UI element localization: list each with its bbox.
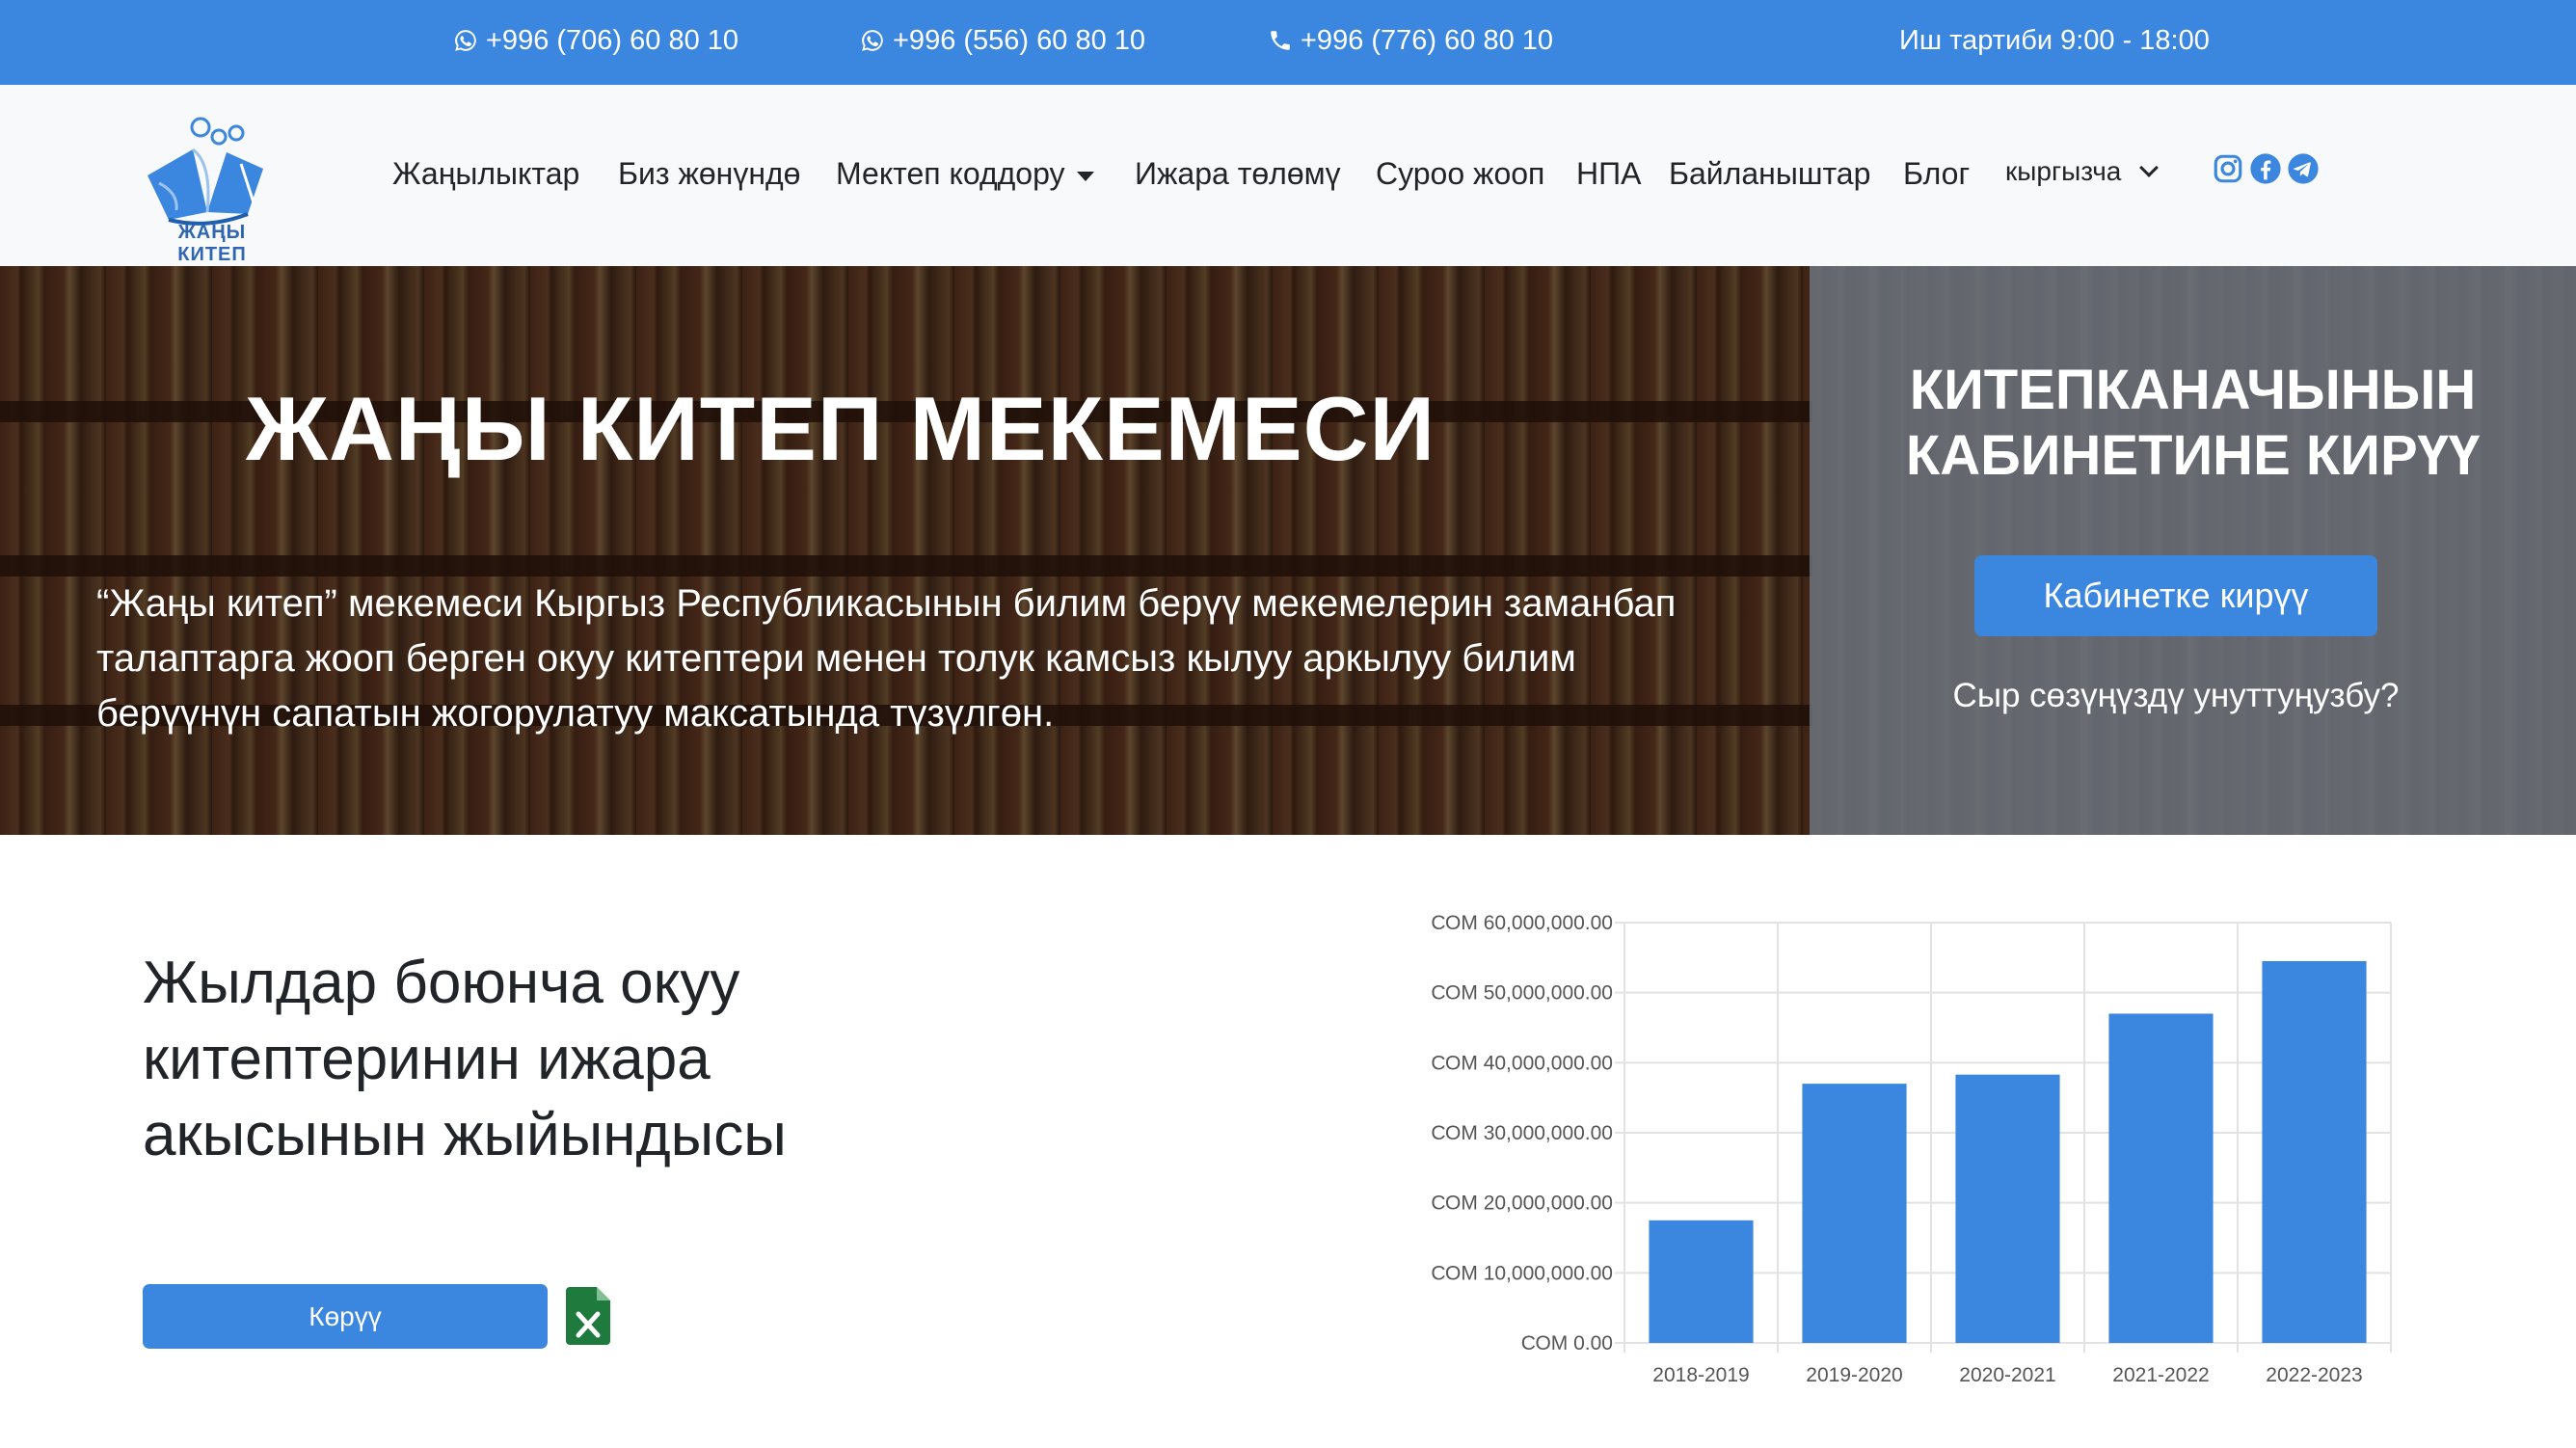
bar-2021-2022 xyxy=(2108,1013,2214,1343)
x-tick-label: 2021-2022 xyxy=(2112,1364,2209,1386)
y-tick-label: СОМ 30,000,000.00 xyxy=(1431,1122,1613,1144)
top-contact-bar: +996 (706) 60 80 10 +996 (556) 60 80 10 … xyxy=(0,0,2576,85)
language-select[interactable]: кыргызча xyxy=(2005,156,2160,187)
main-navbar: ЖАҢЫ КИТЕП Жаңылыктар Биз жөнүндө Мектеп… xyxy=(0,85,2576,266)
logo-text[interactable]: ЖАҢЫ КИТЕП xyxy=(145,222,280,266)
excel-file-icon[interactable] xyxy=(566,1287,610,1345)
stats-title: Жылдар боюнча окуу китептеринин ижара ак… xyxy=(143,950,787,1168)
hero-title: ЖАҢЫ КИТЕП МЕКЕМЕСИ xyxy=(246,378,1436,479)
y-tick-label: СОМ 10,000,000.00 xyxy=(1431,1262,1613,1284)
view-button[interactable]: Көрүү xyxy=(143,1284,548,1349)
hero-description: “Жаңы китеп” мекемеси Кыргыз Республикас… xyxy=(96,582,1677,735)
y-tick-label: СОМ 0.00 xyxy=(1521,1332,1613,1354)
y-tick-label: СОМ 50,000,000.00 xyxy=(1431,982,1613,1005)
nav-link-npa[interactable]: НПА xyxy=(1576,154,1641,193)
bookshelf-decoration xyxy=(0,555,1812,577)
chevron-down-icon xyxy=(2139,158,2160,177)
facebook-icon[interactable] xyxy=(2249,152,2282,185)
y-tick-label: СОМ 60,000,000.00 xyxy=(1431,912,1613,934)
whatsapp-contact-1[interactable]: +996 (706) 60 80 10 xyxy=(453,23,738,58)
nav-link-news[interactable]: Жаңылыктар xyxy=(392,154,579,193)
language-select-value: кыргызча xyxy=(2005,156,2122,186)
x-tick-label: 2022-2023 xyxy=(2266,1364,2362,1386)
nav-link-school-codes[interactable]: Мектеп коддору xyxy=(836,154,1094,193)
bar-2019-2020 xyxy=(1802,1084,1907,1343)
working-hours-text: Иш тартиби 9:00 - 18:00 xyxy=(1899,25,2210,56)
instagram-icon[interactable] xyxy=(2212,152,2244,185)
cabinet-login-button[interactable]: Кабинетке кирүү xyxy=(1974,555,2377,636)
login-title-line-1: КИТЕПКАНАЧЫНЫН xyxy=(1909,359,2477,421)
y-tick-label: СОМ 20,000,000.00 xyxy=(1431,1193,1613,1215)
hero-banner: ЖАҢЫ КИТЕП МЕКЕМЕСИ “Жаңы китеп” мекемес… xyxy=(0,266,2576,835)
bar-2018-2019 xyxy=(1649,1220,1754,1343)
phone-icon xyxy=(1271,31,1290,50)
y-tick-label: СОМ 40,000,000.00 xyxy=(1431,1052,1613,1074)
working-hours: Иш тартиби 9:00 - 18:00 xyxy=(1899,23,2210,58)
forgot-password-link[interactable]: Сыр сөзүңүздү унуттуңузбу? xyxy=(1810,677,2542,715)
caret-down-icon xyxy=(1076,171,1094,181)
x-tick-label: 2020-2021 xyxy=(1959,1364,2055,1386)
login-title: КИТЕПКАНАЧЫНЫН КАБИНЕТИНЕ КИРҮҮ xyxy=(1810,358,2576,489)
phone-number-1: +996 (706) 60 80 10 xyxy=(486,25,739,56)
login-title-line-2: КАБИНЕТИНЕ КИРҮҮ xyxy=(1905,424,2481,487)
nav-link-about[interactable]: Биз жөнүндө xyxy=(618,154,800,193)
whatsapp-contact-2[interactable]: +996 (556) 60 80 10 xyxy=(860,23,1145,58)
phone-contact-3[interactable]: +996 (776) 60 80 10 xyxy=(1268,23,1553,58)
nav-link-contacts[interactable]: Байланыштар xyxy=(1669,154,1870,193)
nav-link-blog[interactable]: Блог xyxy=(1903,154,1970,193)
nav-link-faq[interactable]: Суроо жооп xyxy=(1376,154,1544,193)
x-tick-label: 2018-2019 xyxy=(1652,1364,1749,1386)
phone-number-2: +996 (556) 60 80 10 xyxy=(893,25,1146,56)
nav-link-rent-payment[interactable]: Ижара төлөмү xyxy=(1135,154,1341,193)
nav-link-school-codes-label: Мектеп коддору xyxy=(836,156,1065,191)
librarian-login-panel: КИТЕПКАНАЧЫНЫН КАБИНЕТИНЕ КИРҮҮ Кабинетк… xyxy=(1810,266,2576,835)
telegram-icon[interactable] xyxy=(2287,152,2320,185)
whatsapp-icon xyxy=(862,30,883,51)
whatsapp-icon xyxy=(455,30,476,51)
bar-2022-2023 xyxy=(2262,960,2367,1343)
x-tick-label: 2019-2020 xyxy=(1806,1364,1902,1386)
rent-collection-chart: СОМ 0.00 СОМ 10,000,000.00 СОМ 20,000,000.… xyxy=(1431,912,2392,1386)
phone-number-3: +996 (776) 60 80 10 xyxy=(1301,25,1554,56)
bar-2020-2021 xyxy=(1955,1074,2060,1343)
